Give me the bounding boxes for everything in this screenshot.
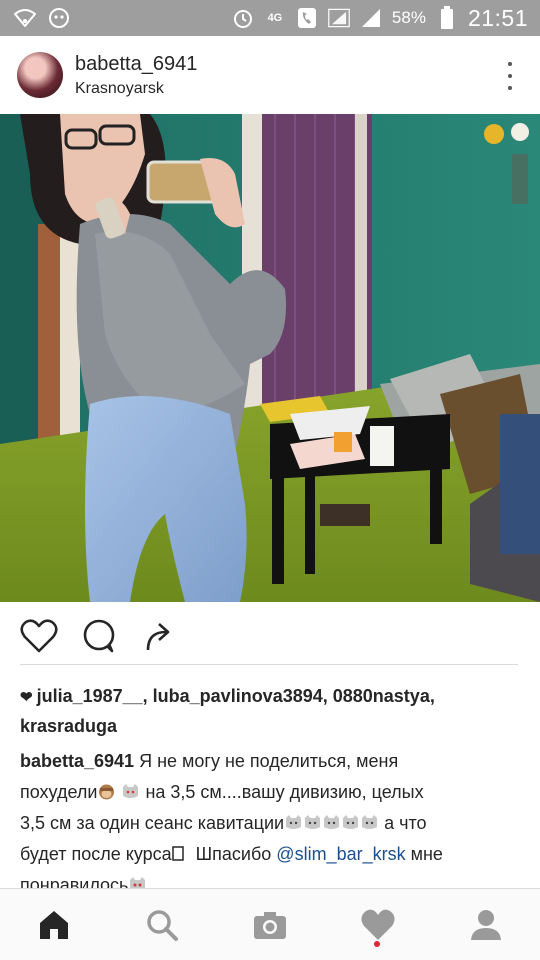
battery-percent: 58%	[391, 8, 426, 27]
mask-app-icon	[48, 7, 70, 29]
share-arrow-icon[interactable]	[140, 618, 178, 654]
caption-line3a: 3,5 см за один сеанс кавитации	[20, 813, 285, 833]
caption-line2b: на 3,5 см....вашу дивизию, целых	[140, 782, 424, 802]
search-icon[interactable]	[144, 907, 180, 943]
post-photo[interactable]	[0, 114, 540, 602]
heart-filled-icon: ❤	[20, 689, 33, 706]
network-type-icon: 4G	[267, 12, 283, 24]
caption-line2a: похудели	[20, 782, 98, 802]
divider	[20, 664, 518, 665]
battery-icon	[436, 6, 458, 29]
caption-line1: Я не могу не поделиться, меня	[134, 751, 399, 771]
post-location[interactable]: Krasnoyarsk	[75, 80, 164, 98]
phone-call-icon	[296, 7, 318, 29]
wifi-icon	[14, 7, 36, 29]
caption-line4c: мне	[405, 844, 443, 864]
cat-emoji-icon	[360, 810, 379, 829]
likes-list[interactable]: ❤ julia_1987__, luba_pavlinova3894, 0880n…	[20, 682, 520, 741]
cat-emoji-icon	[322, 810, 341, 829]
unknown-glyph-icon	[171, 841, 191, 861]
caption-line3b: а что	[379, 813, 427, 833]
likes-users[interactable]: julia_1987__, luba_pavlinova3894, 0880na…	[37, 686, 435, 706]
clock: 21:51	[467, 4, 528, 31]
monkey-emoji-icon	[97, 779, 116, 800]
post-username[interactable]: babetta_6941	[75, 53, 197, 76]
more-options-icon[interactable]	[504, 62, 516, 90]
status-bar: 4G 58% 21:51	[0, 0, 540, 36]
signal-2-icon	[360, 7, 382, 29]
bottom-nav	[0, 888, 540, 960]
caption-line4a: будет после курса	[20, 844, 172, 864]
avatar[interactable]	[17, 52, 63, 98]
cat-emoji-icon	[341, 810, 360, 829]
activity-heart-icon[interactable]	[360, 907, 396, 943]
cat-emoji-icon	[303, 810, 322, 829]
profile-icon[interactable]	[468, 907, 504, 943]
caption-mention[interactable]: @slim_bar_krsk	[276, 844, 405, 864]
alarm-icon	[232, 7, 254, 29]
comment-bubble-icon[interactable]	[80, 618, 118, 654]
post-actions	[0, 602, 540, 666]
camera-icon[interactable]	[252, 907, 288, 943]
heart-outline-icon[interactable]	[20, 618, 58, 654]
caption-username[interactable]: babetta_6941	[20, 751, 134, 771]
cat-emoji-icon	[284, 810, 303, 829]
notification-dot	[374, 941, 380, 947]
home-icon[interactable]	[36, 907, 72, 943]
cat-emoji-icon	[121, 779, 140, 798]
post-header: babetta_6941 Krasnoyarsk	[0, 36, 540, 114]
caption-line4b: Шпасибо	[190, 844, 277, 864]
signal-icon	[328, 7, 350, 29]
likes-users-cont[interactable]: krasraduga	[20, 716, 117, 736]
status-left-icons	[14, 7, 70, 29]
post-caption: babetta_6941 Я не могу не поделиться, ме…	[20, 746, 525, 901]
status-right-icons: 4G 58% 21:51	[232, 4, 528, 32]
cat-heart-eyes-emoji-icon	[128, 872, 147, 891]
